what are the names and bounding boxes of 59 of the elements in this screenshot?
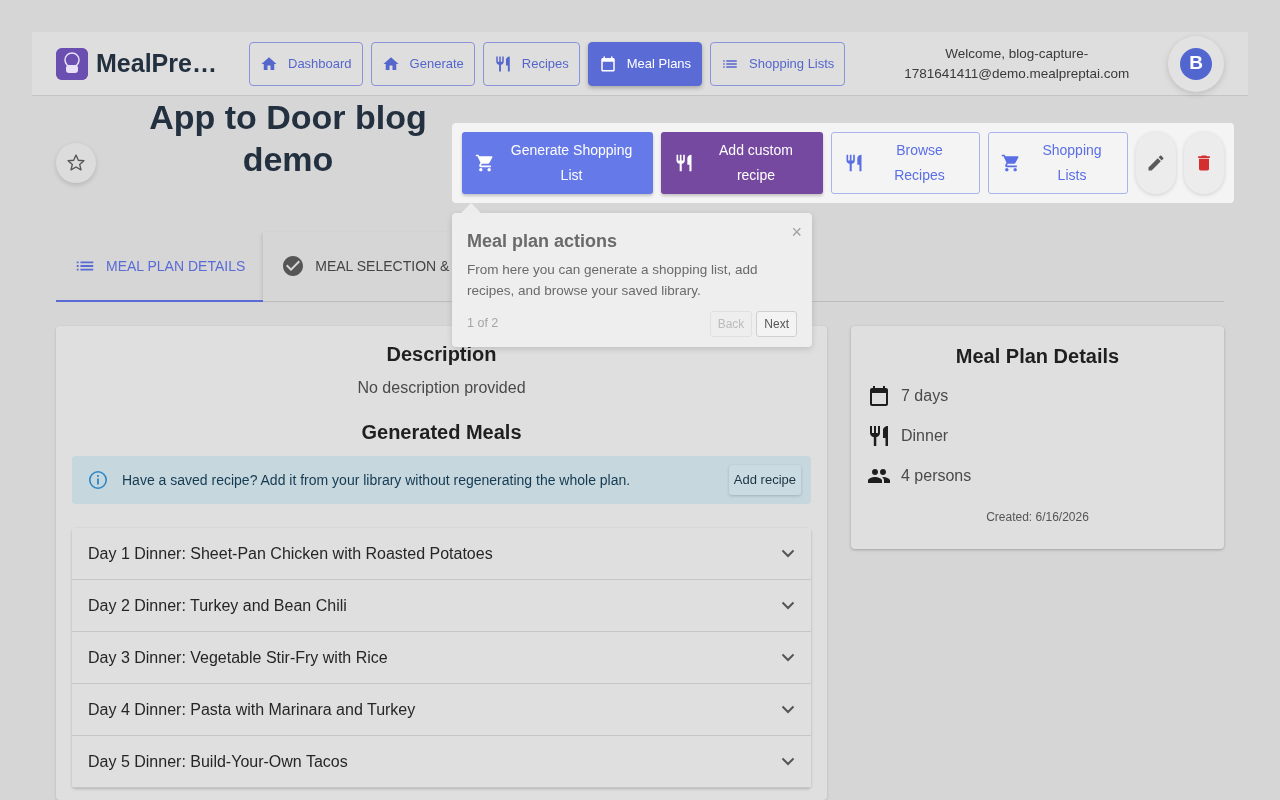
action-button[interactable]: Browse Recipes <box>831 132 980 194</box>
step-counter: 1 of 2 <box>467 315 499 333</box>
accordion-row[interactable]: Day 4 Dinner: Pasta with Marinara and Turkey <box>72 684 811 736</box>
popover-title: Meal plan actions <box>467 231 619 253</box>
section-heading: Description <box>385 342 498 366</box>
chevron-icon <box>781 705 795 714</box>
detail-text: Dinner <box>901 426 949 446</box>
page-title: App to Door blog demo <box>148 97 428 180</box>
card-title: Meal Plan Details <box>954 344 1121 368</box>
chevron-icon <box>781 549 795 558</box>
user-avatar[interactable]: B <box>1180 47 1212 80</box>
delete-button[interactable] <box>1184 132 1224 194</box>
action-button[interactable]: Shopping Lists <box>988 132 1128 194</box>
meal-title: Day 4 Dinner: Pasta with Marinara and Turkey <box>88 699 416 720</box>
meal-title: Day 3 Dinner: Vegetable Stir-Fry with Rice <box>88 647 388 668</box>
favorite-button[interactable] <box>56 143 96 183</box>
accordion-row[interactable]: Day 1 Dinner: Sheet-Pan Chicken with Roasted Potatoes <box>72 528 811 580</box>
edit-button[interactable] <box>1136 132 1176 194</box>
nav-button[interactable]: Recipes <box>482 41 580 86</box>
action-button[interactable]: Add custom recipe <box>661 132 823 194</box>
meal-title: Day 5 Dinner: Build-Your-Own Tacos <box>88 751 348 772</box>
cart-icon <box>1001 153 1021 173</box>
tab[interactable]: MEAL SELECTION & <box>263 232 468 302</box>
meal-title: Day 2 Dinner: Turkey and Bean Chili <box>88 595 347 616</box>
info-icon <box>88 470 108 490</box>
popover-text: From here you can generate a shopping list, add recipes, and browse your saved library. <box>467 260 759 300</box>
star-icon <box>66 153 86 173</box>
alert-text: Have a saved recipe? Add it from your library without regenerating the whole plan. <box>122 470 632 490</box>
accordion-row[interactable]: Day 3 Dinner: Vegetable Stir-Fry with Rice <box>72 632 811 684</box>
accordion-row[interactable]: Day 2 Dinner: Turkey and Bean Chili <box>72 580 811 632</box>
detail-text: 4 persons <box>901 466 972 486</box>
created-date: Created: 6/16/2026 <box>985 509 1090 526</box>
add-recipe-button[interactable]: Add recipe <box>728 465 801 495</box>
welcome-text: Welcome, blog-capture-1781641411@demo.mealpreptai.com <box>903 44 1131 83</box>
fork-knife-icon <box>844 153 864 173</box>
logo-icon <box>56 47 88 80</box>
calendar-icon <box>598 54 617 73</box>
accordion-row[interactable]: Day 5 Dinner: Build-Your-Own Tacos <box>72 736 811 788</box>
meal-title: Day 1 Dinner: Sheet-Pan Chicken with Roasted Potatoes <box>88 543 493 564</box>
cart-icon <box>475 153 495 173</box>
description-text: No description provided <box>356 378 527 398</box>
nav-button[interactable]: Shopping Lists <box>710 41 846 86</box>
action-button[interactable]: Generate Shopping List <box>462 132 653 194</box>
chevron-icon <box>781 757 795 766</box>
pencil-icon <box>1146 153 1166 173</box>
detail-text: 7 days <box>901 386 949 406</box>
fork-knife-icon <box>867 424 891 448</box>
fork-knife-icon <box>674 153 694 173</box>
calendar-icon <box>867 384 891 408</box>
nav-button[interactable]: Meal Plans <box>587 41 703 86</box>
chevron-icon <box>781 653 795 662</box>
nav-button[interactable]: Generate <box>370 41 475 86</box>
fork-knife-icon <box>493 54 512 73</box>
chevron-icon <box>781 601 795 610</box>
tab[interactable]: MEAL PLAN DETAILS <box>56 232 264 302</box>
section-heading: Generated Meals <box>360 420 523 444</box>
nav-button[interactable]: Dashboard <box>249 41 363 86</box>
app-name: MealPre… <box>96 47 217 79</box>
next-button[interactable]: Next <box>756 310 797 337</box>
